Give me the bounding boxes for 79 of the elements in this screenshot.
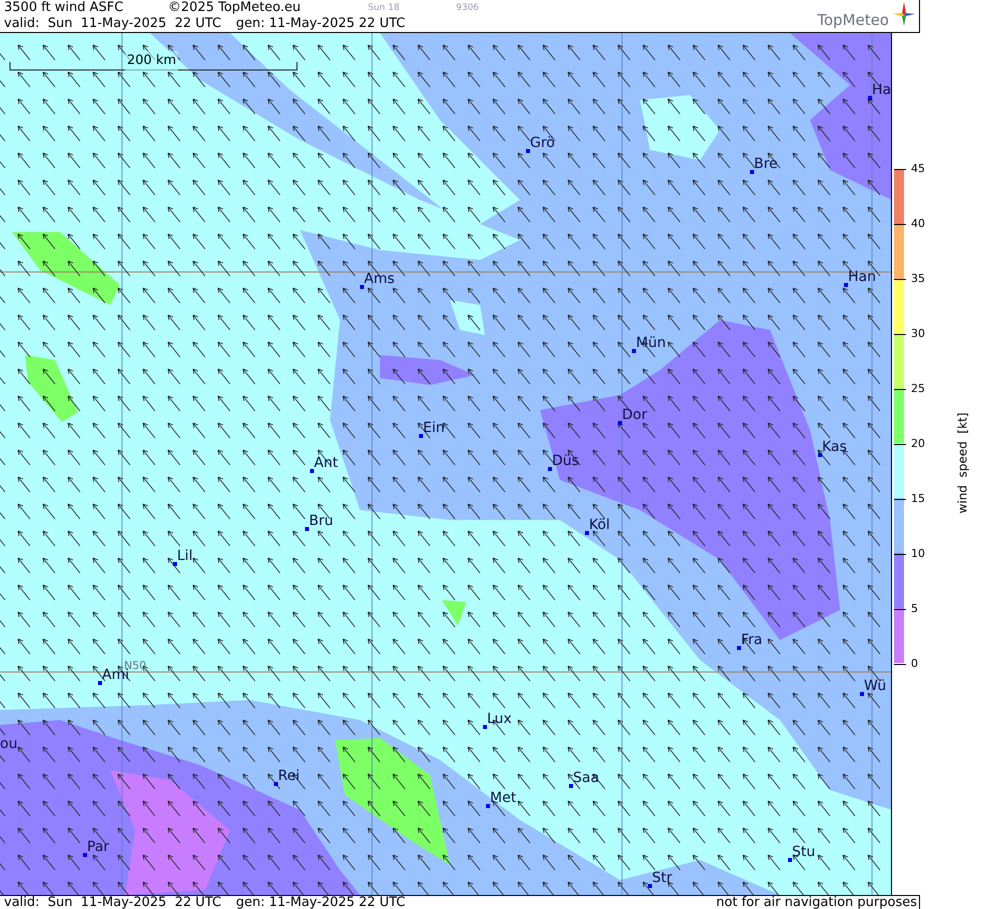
city-marker bbox=[310, 469, 314, 473]
city-marker bbox=[305, 527, 309, 531]
city-marker bbox=[750, 170, 754, 174]
city-label: Bru bbox=[309, 513, 334, 529]
tick-label: 15 bbox=[911, 492, 925, 506]
city-marker bbox=[526, 149, 530, 153]
tick-mark bbox=[894, 444, 906, 445]
tick-label: 30 bbox=[911, 327, 925, 341]
tick-mark bbox=[894, 224, 906, 225]
tick-mark bbox=[894, 389, 906, 390]
generated-time: gen: 11-May-2025 22 UTC bbox=[236, 16, 406, 32]
city-label: Köl bbox=[589, 517, 610, 533]
city-label: Fra bbox=[741, 632, 762, 648]
scale-label: 200 km bbox=[125, 51, 178, 70]
city-label: Mün bbox=[636, 335, 666, 351]
tick-label: 45 bbox=[911, 162, 925, 176]
latitude-label: N50 bbox=[124, 658, 146, 672]
city-marker bbox=[868, 96, 872, 100]
day-label: Sun 18 bbox=[368, 2, 400, 15]
tick-mark bbox=[894, 499, 906, 500]
city-marker bbox=[486, 804, 490, 808]
city-marker bbox=[173, 562, 177, 566]
city-marker bbox=[548, 467, 552, 471]
city-marker bbox=[737, 646, 741, 650]
city-marker bbox=[632, 349, 636, 353]
city-label: Stu bbox=[792, 844, 816, 860]
city-marker bbox=[483, 725, 487, 729]
copyright-text: ©2025 TopMeteo.eu bbox=[168, 0, 302, 16]
tick-label: 0 bbox=[911, 657, 918, 671]
logo-text: TopMeteo bbox=[817, 12, 889, 28]
city-label: Wü bbox=[864, 678, 886, 694]
city-label: Lil bbox=[177, 548, 193, 564]
city-label: Lux bbox=[487, 711, 512, 727]
tick-mark bbox=[894, 664, 906, 665]
city-marker bbox=[648, 884, 652, 888]
run-code: 9306 bbox=[456, 2, 479, 15]
city-marker bbox=[860, 692, 864, 696]
tick-label: 35 bbox=[911, 272, 925, 286]
city-marker bbox=[274, 782, 278, 786]
city-label: Str bbox=[652, 870, 672, 886]
city-label: Ein bbox=[423, 420, 445, 436]
map-title: 3500 ft wind ASFC bbox=[4, 0, 124, 16]
city-marker bbox=[788, 858, 792, 862]
city-label: Par bbox=[87, 839, 110, 855]
city-label: Han bbox=[848, 269, 876, 285]
tick-mark bbox=[894, 609, 906, 610]
tick-mark bbox=[894, 554, 906, 555]
city-marker bbox=[585, 531, 589, 535]
city-label: Ams bbox=[364, 271, 395, 287]
city-marker bbox=[83, 853, 87, 857]
valid-time: valid: Sun 11-May-2025 22 UTC bbox=[4, 16, 222, 32]
tick-mark bbox=[894, 334, 906, 335]
tick-label: 20 bbox=[911, 437, 925, 451]
disclaimer-text: not for air navigation purposes bbox=[716, 896, 918, 909]
city-marker bbox=[569, 784, 573, 788]
tick-mark bbox=[894, 279, 906, 280]
tick-label: 5 bbox=[911, 602, 918, 616]
compass-star-icon bbox=[893, 2, 915, 26]
city-label: Ha bbox=[872, 82, 891, 98]
city-label: Grö bbox=[530, 135, 555, 151]
tick-label: 25 bbox=[911, 382, 925, 396]
city-marker bbox=[419, 434, 423, 438]
city-label: Ant bbox=[314, 455, 338, 471]
tick-label: 10 bbox=[911, 547, 925, 561]
city-label: Met bbox=[490, 790, 516, 806]
city-label: Kas bbox=[822, 439, 847, 455]
tick-mark bbox=[894, 169, 906, 170]
generated-time: gen: 11-May-2025 22 UTC bbox=[236, 896, 406, 909]
city-marker bbox=[98, 681, 102, 685]
city-label: Dor bbox=[622, 407, 648, 423]
city-marker bbox=[818, 453, 822, 457]
city-label: ou bbox=[0, 736, 18, 752]
city-marker bbox=[618, 421, 622, 425]
tick-label: 40 bbox=[911, 217, 925, 231]
city-marker bbox=[844, 283, 848, 287]
city-marker bbox=[360, 285, 364, 289]
legend-title: wind speed [kt] bbox=[954, 412, 970, 514]
valid-time: valid: Sun 11-May-2025 22 UTC bbox=[4, 896, 222, 909]
city-label: Bre bbox=[754, 156, 778, 172]
